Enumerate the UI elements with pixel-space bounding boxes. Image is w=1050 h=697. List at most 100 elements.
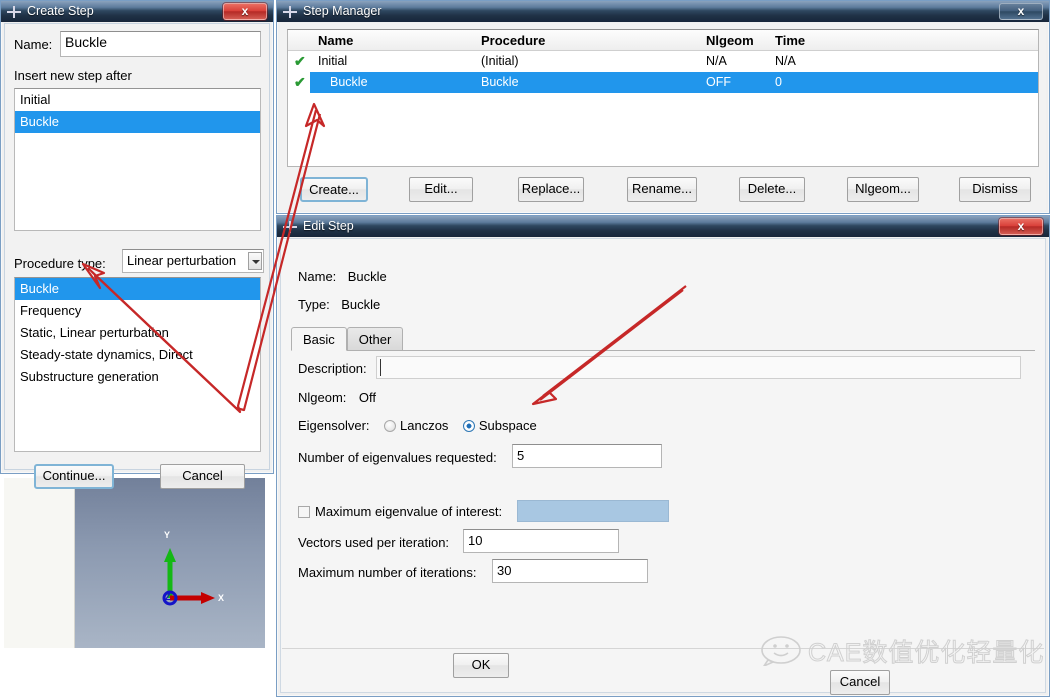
replace-button[interactable]: Replace... [518, 177, 584, 202]
nlgeom-row: Nlgeom: Off [298, 389, 376, 407]
step-manager-window: Step Manager x Name Procedure Nlgeom Tim… [276, 0, 1050, 214]
procedure-type-label: Procedure type: [14, 256, 106, 271]
cell-procedure: (Initial) [481, 54, 519, 68]
edit-step-tabs: Basic Other [291, 327, 404, 351]
text-caret [380, 359, 381, 376]
column-header-procedure: Procedure [481, 33, 546, 48]
step-table[interactable]: Name Procedure Nlgeom Time ✔ Initial (In… [287, 29, 1039, 167]
max-eigenvalue-label: Maximum eigenvalue of interest: [315, 504, 503, 519]
cell-time: 0 [775, 75, 782, 89]
num-eigenvalues-input[interactable]: 5 [512, 444, 662, 468]
continue-button[interactable]: Continue... [34, 464, 114, 489]
close-icon[interactable]: x [223, 3, 267, 20]
create-button[interactable]: Create... [300, 177, 368, 202]
column-header-name: Name [318, 33, 354, 48]
tab-underline [291, 350, 1035, 351]
edit-step-title: Edit Step [303, 219, 354, 233]
max-iterations-label: Maximum number of iterations: [298, 565, 477, 580]
create-step-body: Name: Buckle Insert new step after Initi… [4, 23, 270, 489]
status-check-icon: ✔ [294, 53, 306, 69]
step-list[interactable]: Initial Buckle [14, 88, 261, 231]
ok-button[interactable]: OK [453, 653, 509, 678]
nlgeom-value: Off [358, 390, 376, 405]
radio-subspace[interactable]: Subspace [462, 417, 537, 434]
max-iterations-input[interactable]: 30 [492, 559, 648, 583]
description-label: Description: [298, 361, 367, 376]
max-eigenvalue-input[interactable] [517, 500, 669, 522]
chevron-down-icon[interactable] [248, 252, 262, 270]
row-selection-highlight [310, 72, 1038, 93]
axis-label-x: X [218, 593, 225, 603]
step-name-value: Buckle [347, 269, 387, 284]
list-item[interactable]: Static, Linear perturbation [15, 322, 260, 344]
eigensolver-label: Eigensolver: [298, 418, 370, 433]
column-header-time: Time [775, 33, 806, 48]
checkbox-unchecked-icon [298, 506, 310, 518]
edit-step-body: Name: Buckle Type: Buckle Basic Other De… [280, 238, 1046, 695]
tab-other[interactable]: Other [346, 327, 404, 351]
close-icon[interactable]: x [999, 218, 1043, 235]
cell-nlgeom: OFF [706, 75, 731, 89]
description-input[interactable] [376, 356, 1021, 379]
close-icon[interactable]: x [999, 3, 1043, 20]
cell-name: Initial [318, 54, 348, 68]
cell-name: Buckle [330, 75, 368, 89]
list-item[interactable]: Substructure generation [15, 366, 260, 388]
cell-procedure: Buckle [481, 75, 519, 89]
edit-step-window: Edit Step x Name: Buckle Type: Buckle Ba… [276, 215, 1050, 697]
name-input[interactable]: Buckle [60, 31, 261, 57]
dismiss-button[interactable]: Dismiss [959, 177, 1031, 202]
watermark: CAE数值优化轻量化 [760, 632, 1044, 668]
step-type-label: Type: [298, 297, 330, 312]
tab-basic[interactable]: Basic [291, 327, 347, 351]
step-manager-body: Name Procedure Nlgeom Time ✔ Initial (In… [280, 23, 1046, 210]
step-manager-buttons: Create... Edit... Replace... Rename... D… [287, 177, 1039, 202]
list-item[interactable]: Steady-state dynamics, Direct [15, 344, 260, 366]
num-eigenvalues-label: Number of eigenvalues requested: [298, 450, 497, 465]
cancel-button[interactable]: Cancel [160, 464, 245, 489]
edit-step-titlebar[interactable]: Edit Step x [277, 216, 1049, 237]
vectors-per-iteration-label: Vectors used per iteration: [298, 535, 450, 550]
list-item[interactable]: Initial [15, 89, 260, 111]
edit-button[interactable]: Edit... [409, 177, 473, 202]
max-eigenvalue-checkbox[interactable]: Maximum eigenvalue of interest: [298, 503, 502, 521]
nlgeom-button[interactable]: Nlgeom... [847, 177, 919, 202]
radio-subspace-label: Subspace [478, 418, 537, 433]
radio-lanczos[interactable]: Lanczos [384, 417, 453, 434]
radio-off-icon [384, 420, 396, 432]
step-name-row: Name: Buckle [298, 268, 387, 286]
step-table-header: Name Procedure Nlgeom Time [288, 30, 1038, 51]
viewport-left-panel [4, 478, 75, 648]
crosshair-icon [283, 6, 297, 18]
create-step-window: Create Step x Name: Buckle Insert new st… [0, 0, 274, 489]
list-item[interactable]: Frequency [15, 300, 260, 322]
radio-on-icon [462, 420, 475, 432]
vectors-per-iteration-input[interactable]: 10 [463, 529, 619, 553]
name-label: Name: [14, 37, 53, 52]
delete-button[interactable]: Delete... [739, 177, 805, 202]
status-check-icon: ✔ [294, 74, 306, 90]
list-item[interactable]: Buckle [15, 111, 260, 133]
procedure-list[interactable]: Buckle Frequency Static, Linear perturba… [14, 277, 261, 452]
watermark-text: CAE数值优化轻量化 [807, 639, 1045, 668]
create-step-titlebar[interactable]: Create Step x [1, 1, 273, 22]
crosshair-icon [7, 6, 21, 18]
viewport-canvas[interactable]: Y X Z [75, 478, 265, 648]
cancel-button[interactable]: Cancel [830, 670, 890, 695]
step-manager-title: Step Manager [303, 4, 382, 18]
column-header-nlgeom: Nlgeom [706, 33, 754, 48]
procedure-type-combo[interactable]: Linear perturbation [122, 249, 264, 273]
step-manager-titlebar[interactable]: Step Manager x [277, 1, 1049, 22]
axis-label-z: Z [165, 592, 171, 602]
cell-nlgeom: N/A [706, 54, 727, 68]
table-row[interactable]: ✔ Buckle Buckle OFF 0 [288, 72, 1038, 93]
wechat-smiley-icon [761, 636, 801, 666]
step-type-row: Type: Buckle [298, 296, 380, 314]
rename-button[interactable]: Rename... [627, 177, 697, 202]
axis-label-y: Y [164, 530, 171, 540]
cae-viewport: Y X Z [0, 470, 276, 697]
nlgeom-label: Nlgeom: [298, 390, 347, 405]
table-row[interactable]: ✔ Initial (Initial) N/A N/A [288, 51, 1038, 72]
list-item[interactable]: Buckle [15, 278, 260, 300]
screen: Y X Z Step Manager x Name Procedure Nlge… [0, 0, 1050, 697]
